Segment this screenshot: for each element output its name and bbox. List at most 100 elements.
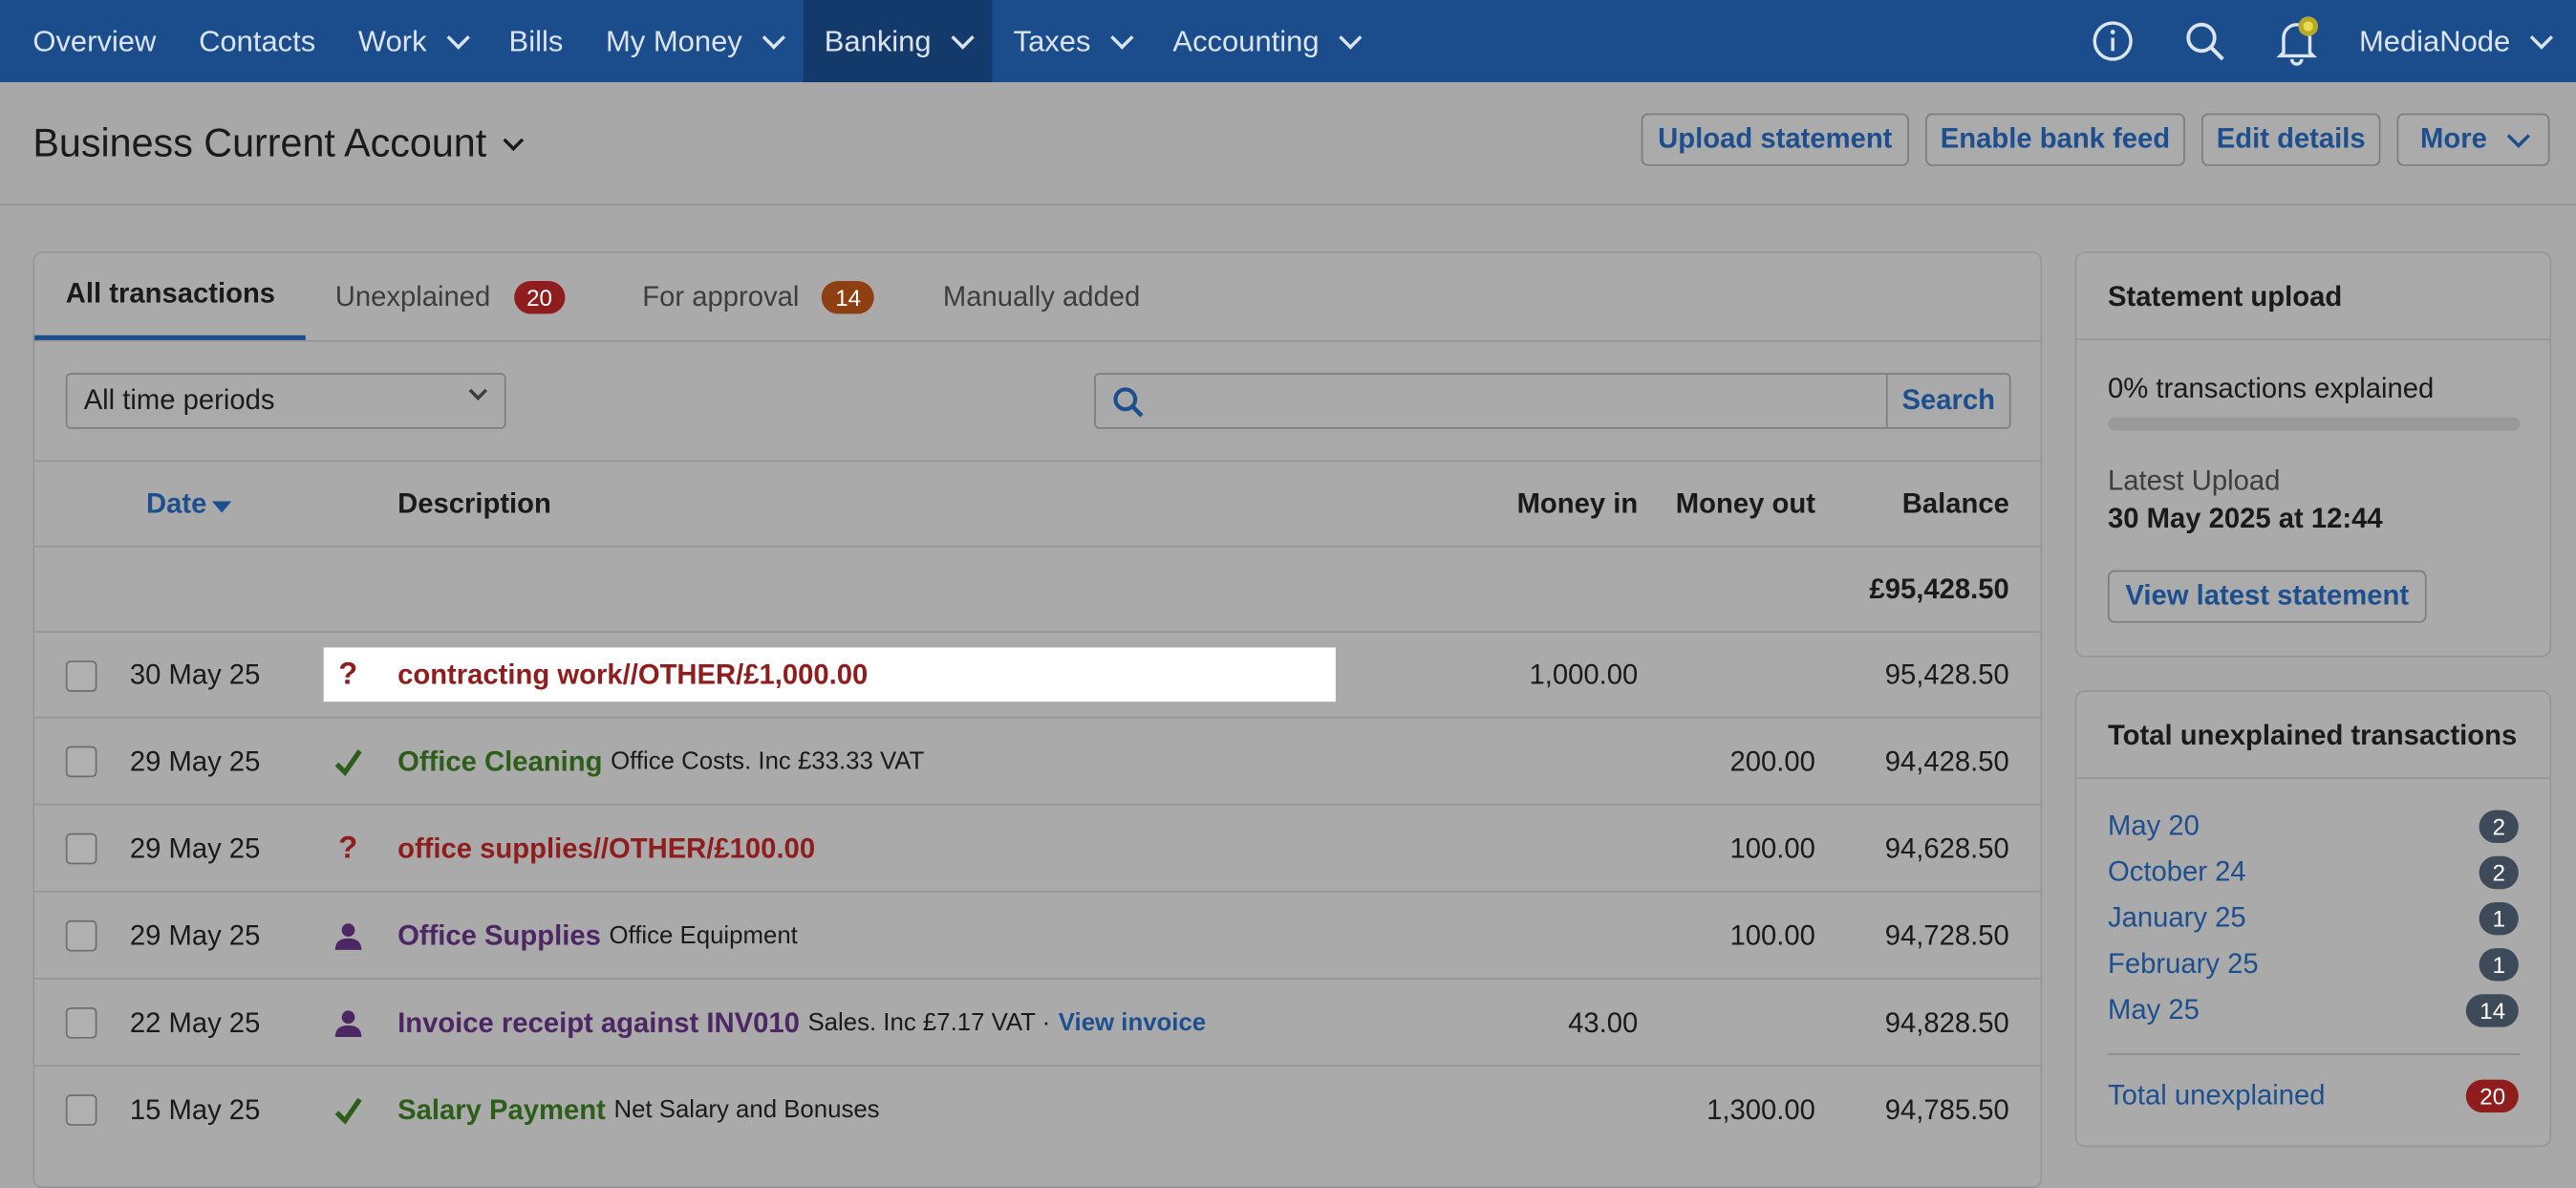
button-label: Upload statement	[1658, 122, 1893, 155]
period-select[interactable]: All time periods	[65, 373, 506, 429]
period-label: February 25	[2107, 948, 2259, 980]
unexplained-period-link[interactable]: January 25 1	[2108, 896, 2519, 941]
table-row[interactable]: 29 May 25 ? office supplies//OTHER/£100.…	[34, 803, 2041, 893]
row-description[interactable]: Invoice receipt against INV010 Sales. Inc…	[397, 980, 1206, 1067]
row-description[interactable]: Office Supplies Office Equipment	[397, 893, 798, 980]
view-latest-statement-button[interactable]: View latest statement	[2107, 570, 2427, 623]
nav-contacts[interactable]: Contacts	[178, 0, 337, 82]
money-in-column-header: Money in	[1517, 462, 1639, 547]
table-row[interactable]: 30 May 25 ? contracting work//OTHER/£1,0…	[34, 631, 2041, 718]
row-date: 29 May 25	[129, 745, 261, 777]
row-checkbox[interactable]	[65, 718, 97, 805]
nav-right: MediaNode	[2067, 0, 2576, 82]
latest-upload-label: Latest Upload	[2107, 464, 2281, 497]
button-label: Enable bank feed	[1940, 122, 2171, 155]
period-label: May 20	[2107, 810, 2200, 842]
more-button[interactable]: More	[2396, 113, 2550, 166]
count-badge: 14	[822, 280, 874, 313]
nav-work[interactable]: Work	[337, 0, 488, 82]
column-label: Date	[146, 487, 207, 520]
description-column-header: Description	[397, 462, 551, 547]
search-button[interactable]: Search	[1888, 375, 2009, 427]
table-row[interactable]: 29 May 25 Office Cleaning Office Costs. I…	[34, 716, 2041, 806]
row-checkbox[interactable]	[65, 806, 97, 893]
unexplained-period-link[interactable]: May 20 2	[2108, 804, 2519, 850]
table-row[interactable]: 22 May 25 Invoice receipt against INV010…	[34, 978, 2041, 1067]
row-description[interactable]: office supplies//OTHER/£100.00	[397, 806, 815, 893]
tab-all-transactions[interactable]: All transactions	[34, 253, 306, 340]
nav-label: Banking	[824, 23, 932, 57]
tab-manually-added[interactable]: Manually added	[943, 253, 1140, 340]
row-money-out: 1,300.00	[1707, 1093, 1815, 1125]
row-date: 30 May 25	[129, 659, 261, 691]
nav-bills[interactable]: Bills	[487, 0, 584, 82]
upload-statement-button[interactable]: Upload statement	[1641, 113, 1909, 166]
column-label: Description	[397, 487, 551, 520]
row-money-out: 200.00	[1729, 745, 1815, 777]
page-header: Business Current Account Upload statemen…	[0, 82, 2576, 205]
nav-label: My Money	[606, 23, 742, 57]
table-row[interactable]: 29 May 25 Office Supplies Office Equipmen…	[34, 890, 2041, 980]
chevron-down-icon	[762, 25, 785, 49]
total-count-badge: 20	[2466, 1079, 2519, 1113]
nav-label: Taxes	[1013, 23, 1091, 57]
edit-details-button[interactable]: Edit details	[2200, 113, 2381, 166]
row-subtitle: Net Salary and Bonuses	[613, 1095, 880, 1125]
org-menu[interactable]: MediaNode	[2343, 24, 2576, 58]
row-checkbox[interactable]	[65, 980, 97, 1067]
tab-unexplained[interactable]: Unexplained 20	[335, 253, 566, 340]
unexplained-period-link[interactable]: October 24 2	[2108, 850, 2519, 896]
unexplained-period-link[interactable]: May 25 14	[2108, 987, 2519, 1033]
tab-for-approval[interactable]: For approval 14	[642, 253, 874, 340]
unexplained-period-link[interactable]: February 25 1	[2108, 941, 2519, 987]
nav-accounting[interactable]: Accounting	[1151, 0, 1380, 82]
search-icon[interactable]	[2158, 0, 2250, 82]
select-value: All time periods	[83, 384, 275, 417]
view-invoice-link[interactable]: View invoice	[1059, 1009, 1206, 1037]
date-column-header[interactable]: Date	[146, 462, 232, 547]
search-input[interactable]	[1096, 375, 1888, 428]
table-row[interactable]: 15 May 25 Salary Payment Net Salary and B…	[34, 1065, 2041, 1154]
row-subtitle: Office Costs. Inc £33.33 VAT	[611, 747, 925, 776]
row-balance: 94,785.50	[1884, 1093, 2009, 1125]
row-description[interactable]: Salary Payment Net Salary and Bonuses	[397, 1067, 879, 1154]
row-date: 15 May 25	[129, 1093, 261, 1125]
check-icon	[333, 1067, 363, 1154]
nav-my-money[interactable]: My Money	[585, 0, 804, 82]
transactions-panel: All transactions Unexplained 20 For appro…	[32, 251, 2043, 1188]
nav-overview[interactable]: Overview	[0, 0, 178, 82]
chevron-down-icon	[951, 25, 975, 49]
column-label: Money in	[1516, 487, 1639, 520]
nav-taxes[interactable]: Taxes	[992, 0, 1151, 82]
row-balance: 95,428.50	[1884, 659, 2009, 691]
row-checkbox[interactable]	[65, 1067, 97, 1154]
tab-label: Unexplained	[334, 280, 491, 312]
row-checkbox[interactable]	[65, 633, 97, 718]
row-description[interactable]: contracting work//OTHER/£1,000.00	[397, 633, 868, 718]
button-label: View latest statement	[2125, 579, 2410, 612]
user-icon	[333, 893, 363, 980]
bell-icon[interactable]	[2250, 0, 2342, 82]
search-box: Search	[1094, 373, 2011, 429]
unexplained-transactions-panel: Total unexplained transactions May 20 2 O…	[2074, 690, 2552, 1148]
column-label: Balance	[1901, 487, 2009, 520]
nav-banking[interactable]: Banking	[803, 0, 993, 82]
org-name: MediaNode	[2358, 23, 2511, 57]
nav-label: Work	[357, 23, 427, 57]
total-unexplained-link[interactable]: Total unexplained 20	[2108, 1073, 2519, 1119]
nav-label: Overview	[32, 23, 157, 57]
row-checkbox[interactable]	[65, 893, 97, 980]
row-money-out: 100.00	[1729, 919, 1815, 951]
tab-label: Manually added	[942, 280, 1141, 312]
enable-bank-feed-button[interactable]: Enable bank feed	[1925, 113, 2185, 166]
row-date: 29 May 25	[129, 832, 261, 864]
count-badge: 1	[2479, 948, 2519, 982]
latest-upload-value: 30 May 2025 at 12:44	[2107, 503, 2383, 534]
column-label: Money out	[1675, 487, 1815, 520]
count-badge: 14	[2466, 994, 2519, 1027]
row-description[interactable]: Office Cleaning Office Costs. Inc £33.33 …	[397, 718, 924, 805]
info-icon[interactable]	[2067, 0, 2158, 82]
row-subtitle: Office Equipment	[609, 921, 798, 950]
account-selector[interactable]: Business Current Account	[32, 121, 525, 167]
row-title: Salary Payment	[397, 1093, 606, 1125]
